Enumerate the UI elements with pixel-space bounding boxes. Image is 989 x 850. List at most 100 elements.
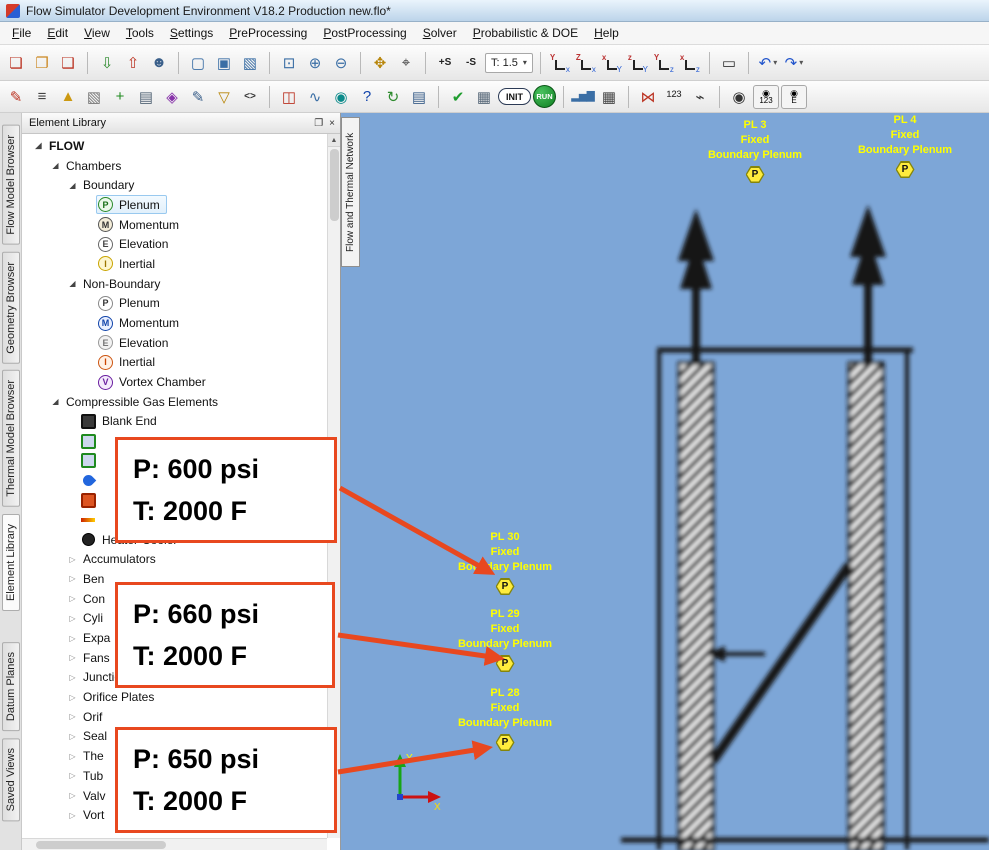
side-tab-thermal-model-browser[interactable]: Thermal Model Browser xyxy=(2,370,20,507)
save-model-icon[interactable]: ❑ xyxy=(56,51,80,75)
zoom-window-icon[interactable]: ⊡ xyxy=(277,51,301,75)
zoom-out-icon[interactable]: ⊖ xyxy=(329,51,353,75)
menu-solver[interactable]: Solver xyxy=(415,23,465,43)
hscroll-thumb[interactable] xyxy=(36,841,166,849)
scroll-thumb[interactable] xyxy=(330,149,339,221)
quick-view-icon[interactable]: ◉ xyxy=(329,85,353,109)
tree-item-plenum[interactable]: PPlenum xyxy=(22,294,340,314)
expander-open-icon[interactable]: ◢ xyxy=(66,279,79,288)
annotate-icon[interactable]: ✎ xyxy=(186,85,210,109)
menu-preprocessing[interactable]: PreProcessing xyxy=(221,23,315,43)
chart-columns-icon[interactable]: ▂▅▇ xyxy=(571,85,595,109)
scroll-up-icon[interactable]: ▲ xyxy=(328,134,340,147)
plenum-badge-icon[interactable]: P xyxy=(496,655,515,672)
expander-closed-icon[interactable]: ▷ xyxy=(66,771,79,780)
connect-elements-icon[interactable]: ⋈ xyxy=(636,85,660,109)
expander-closed-icon[interactable]: ▷ xyxy=(66,732,79,741)
run-button[interactable]: RUN xyxy=(533,85,556,108)
redo-icon[interactable]: ↷ xyxy=(782,51,806,75)
select-elements-icon[interactable]: ▣ xyxy=(212,51,236,75)
load-model-icon[interactable]: ❏ xyxy=(4,51,28,75)
expander-closed-icon[interactable]: ▷ xyxy=(66,673,79,682)
canvas-tab-flow-thermal-network[interactable]: Flow and Thermal Network xyxy=(341,117,360,267)
float-panel-button[interactable]: ❐ xyxy=(314,118,323,129)
move-icon[interactable]: ⌖ xyxy=(394,51,418,75)
network-diagram-icon[interactable]: ◫ xyxy=(277,85,301,109)
expander-closed-icon[interactable]: ▷ xyxy=(66,752,79,761)
model-tree-icon[interactable]: ≡ xyxy=(30,85,54,109)
show-values-123-icon[interactable]: ◉123 xyxy=(753,85,779,109)
menu-probabilistic-doe[interactable]: Probabilistic & DOE xyxy=(465,23,586,43)
probe-icon[interactable]: ◈ xyxy=(160,85,184,109)
view-zx-icon[interactable]: Zx xyxy=(574,51,598,75)
expander-closed-icon[interactable]: ▷ xyxy=(66,693,79,702)
expander-closed-icon[interactable]: ▷ xyxy=(66,594,79,603)
undo-icon[interactable]: ↶ xyxy=(756,51,780,75)
refresh-icon[interactable]: ↻ xyxy=(381,85,405,109)
key-in-icon[interactable]: <> xyxy=(238,85,262,109)
model-canvas[interactable]: Y X Flow and Thermal Network PL 3FixedBo… xyxy=(341,113,989,850)
expander-closed-icon[interactable]: ▷ xyxy=(66,653,79,662)
title-bar[interactable]: Flow Simulator Development Environment V… xyxy=(0,0,989,22)
geometry-box-icon[interactable]: ▧ xyxy=(82,85,106,109)
tree-item-boundary[interactable]: ◢Boundary xyxy=(22,175,340,195)
plenum-marker-pl-28[interactable]: PL 28FixedBoundary PlenumP xyxy=(458,686,552,751)
plenum-marker-pl-4[interactable]: PL 4FixedBoundary PlenumP xyxy=(858,113,952,178)
decrease-symbol-size-icon[interactable]: -S xyxy=(459,51,483,75)
select-volume-icon[interactable]: ▧ xyxy=(238,51,262,75)
view-yx-icon[interactable]: Yx xyxy=(548,51,572,75)
renumber-icon[interactable]: ¹²³ xyxy=(662,85,686,109)
select-region-icon[interactable]: ▢ xyxy=(186,51,210,75)
tree-item-inertial[interactable]: IInertial xyxy=(22,254,340,274)
side-tab-datum-planes[interactable]: Datum Planes xyxy=(2,642,20,731)
tree-item-plenum[interactable]: PPlenum xyxy=(22,195,340,215)
tree-item-inertial[interactable]: IInertial xyxy=(22,353,340,373)
expander-open-icon[interactable]: ◢ xyxy=(66,181,79,190)
tree-item-momentum[interactable]: MMomentum xyxy=(22,313,340,333)
open-model-icon[interactable]: ❐ xyxy=(30,51,54,75)
user-icon[interactable]: ☻ xyxy=(147,51,171,75)
menu-view[interactable]: View xyxy=(76,23,118,43)
tree-item-non-boundary[interactable]: ◢Non-Boundary xyxy=(22,274,340,294)
plenum-badge-icon[interactable]: P xyxy=(496,734,515,751)
plenum-badge-icon[interactable]: P xyxy=(496,578,515,595)
tree-item-orif[interactable]: ▷Orif xyxy=(22,707,340,727)
data-sheet-icon[interactable]: ▤ xyxy=(134,85,158,109)
side-tab-geometry-browser[interactable]: Geometry Browser xyxy=(2,252,20,364)
add-element-icon[interactable]: + xyxy=(108,85,132,109)
view-zy-icon[interactable]: zY xyxy=(626,51,650,75)
sweep-icon[interactable]: ▽ xyxy=(212,85,236,109)
tree-item-accumulators[interactable]: ▷Accumulators xyxy=(22,549,340,569)
export-icon[interactable]: ⇧ xyxy=(121,51,145,75)
edit-pencil-icon[interactable]: ✎ xyxy=(4,85,28,109)
expander-open-icon[interactable]: ◢ xyxy=(32,141,45,150)
view-xz-icon[interactable]: xz xyxy=(678,51,702,75)
zoom-in-icon[interactable]: ⊕ xyxy=(303,51,327,75)
expander-closed-icon[interactable]: ▷ xyxy=(66,614,79,623)
report-icon[interactable]: ▤ xyxy=(407,85,431,109)
plenum-badge-icon[interactable]: P xyxy=(896,161,915,178)
import-icon[interactable]: ⇩ xyxy=(95,51,119,75)
display-settings-icon[interactable]: ▭ xyxy=(717,51,741,75)
expander-closed-icon[interactable]: ▷ xyxy=(66,712,79,721)
view-xy-icon[interactable]: xY xyxy=(600,51,624,75)
results-plot-icon[interactable]: ▲ xyxy=(56,85,80,109)
menu-edit[interactable]: Edit xyxy=(39,23,76,43)
side-tab-flow-model-browser[interactable]: Flow Model Browser xyxy=(2,125,20,245)
expander-open-icon[interactable]: ◢ xyxy=(49,161,62,170)
expander-open-icon[interactable]: ◢ xyxy=(49,397,62,406)
node-path-icon[interactable]: ⌁ xyxy=(688,85,712,109)
expander-closed-icon[interactable]: ▷ xyxy=(66,555,79,564)
plenum-marker-pl-29[interactable]: PL 29FixedBoundary PlenumP xyxy=(458,607,552,672)
increase-symbol-size-icon[interactable]: +S xyxy=(433,51,457,75)
text-scale-combo[interactable]: T: 1.5 xyxy=(485,53,533,73)
show-elements-e-icon[interactable]: ◉E xyxy=(781,85,807,109)
pan-icon[interactable]: ✥ xyxy=(368,51,392,75)
menu-tools[interactable]: Tools xyxy=(118,23,162,43)
tree-item-momentum[interactable]: MMomentum xyxy=(22,215,340,235)
expander-closed-icon[interactable]: ▷ xyxy=(66,811,79,820)
menu-postprocessing[interactable]: PostProcessing xyxy=(315,23,414,43)
menu-help[interactable]: Help xyxy=(586,23,627,43)
side-tab-saved-views[interactable]: Saved Views xyxy=(2,738,20,821)
tree-item-vortex-chamber[interactable]: VVortex Chamber xyxy=(22,372,340,392)
